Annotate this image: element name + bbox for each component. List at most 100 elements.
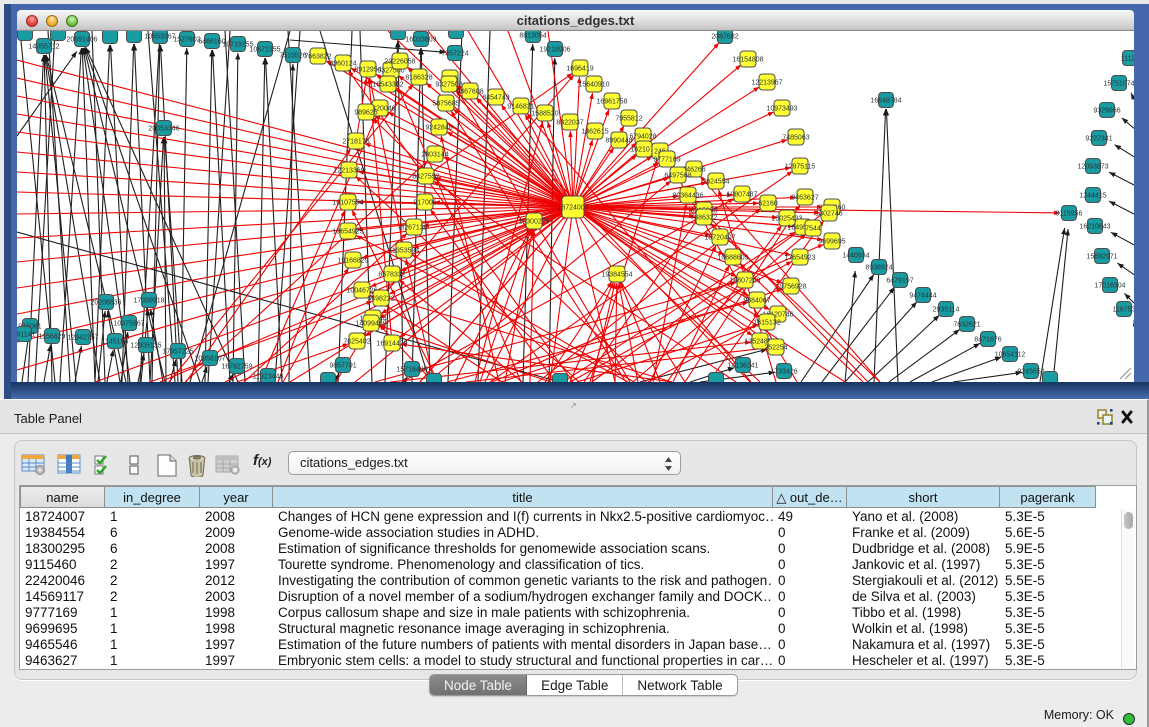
svg-text:8813054: 8813054 bbox=[519, 33, 546, 40]
svg-text:7625402: 7625402 bbox=[343, 339, 370, 346]
svg-text:11123: 11123 bbox=[1121, 56, 1134, 63]
svg-text:3498222: 3498222 bbox=[367, 296, 394, 303]
svg-text:16782759: 16782759 bbox=[221, 364, 252, 371]
svg-text:989626: 989626 bbox=[354, 110, 377, 117]
svg-text:10671355: 10671355 bbox=[249, 47, 280, 54]
svg-text:17016504: 17016504 bbox=[1094, 283, 1125, 290]
svg-text:7544: 7544 bbox=[805, 226, 821, 233]
svg-text:10973493: 10973493 bbox=[766, 106, 797, 113]
svg-text:10958107: 10958107 bbox=[194, 356, 225, 363]
svg-text:16210643: 16210643 bbox=[1079, 224, 1110, 231]
svg-text:15720407: 15720407 bbox=[704, 235, 735, 242]
svg-text:20206536: 20206536 bbox=[90, 300, 121, 307]
svg-text:14099469: 14099469 bbox=[355, 321, 386, 328]
svg-text:11923448: 11923448 bbox=[253, 374, 284, 381]
svg-text:1696419: 1696419 bbox=[566, 66, 593, 73]
svg-text:9327508: 9327508 bbox=[435, 82, 462, 89]
svg-text:15640910: 15640910 bbox=[578, 82, 609, 89]
svg-text:10688609: 10688609 bbox=[717, 255, 748, 262]
svg-text:9242848: 9242848 bbox=[425, 125, 452, 132]
svg-text:1156829: 1156829 bbox=[39, 334, 66, 341]
svg-text:19654925: 19654925 bbox=[332, 229, 363, 236]
svg-text:9699695: 9699695 bbox=[818, 239, 845, 246]
svg-text:116753: 116753 bbox=[1113, 307, 1134, 314]
svg-text:3624554: 3624554 bbox=[702, 179, 729, 186]
svg-text:12942757: 12942757 bbox=[67, 335, 98, 342]
svg-text:20364436: 20364436 bbox=[672, 193, 703, 200]
svg-text:1362615: 1362615 bbox=[581, 129, 608, 136]
svg-text:15716485: 15716485 bbox=[396, 367, 427, 374]
svg-text:20053346: 20053346 bbox=[148, 126, 179, 133]
svg-text:1527602: 1527602 bbox=[173, 37, 200, 44]
svg-text:1302746: 1302746 bbox=[815, 211, 842, 218]
svg-text:1733426: 1733426 bbox=[770, 369, 797, 376]
svg-text:6497568: 6497568 bbox=[664, 173, 691, 180]
svg-text:19218906: 19218906 bbox=[539, 47, 570, 54]
svg-text:6794028: 6794028 bbox=[629, 134, 656, 141]
svg-text:16107554: 16107554 bbox=[332, 200, 363, 207]
svg-text:6479197: 6479197 bbox=[886, 278, 913, 285]
svg-text:20691406: 20691406 bbox=[66, 37, 97, 44]
svg-text:2718176: 2718176 bbox=[342, 139, 369, 146]
svg-text:7515526: 7515526 bbox=[279, 53, 306, 60]
svg-text:7886322: 7886322 bbox=[690, 215, 717, 222]
svg-text:19166829: 19166829 bbox=[337, 258, 368, 265]
svg-text:12905135: 12905135 bbox=[130, 343, 161, 350]
svg-text:19384554: 19384554 bbox=[601, 272, 632, 279]
svg-text:1588520: 1588520 bbox=[531, 111, 558, 118]
svg-text:1440934: 1440934 bbox=[842, 253, 869, 260]
svg-text:252254: 252254 bbox=[764, 345, 787, 352]
svg-text:2867608: 2867608 bbox=[456, 89, 483, 96]
svg-text:15751074: 15751074 bbox=[1103, 81, 1134, 88]
svg-text:9884067: 9884067 bbox=[743, 298, 770, 305]
svg-text:16648784: 16648784 bbox=[870, 98, 901, 105]
svg-text:7663822: 7663822 bbox=[304, 54, 331, 61]
svg-text:8960124: 8960124 bbox=[329, 61, 356, 68]
svg-text:7955812: 7955812 bbox=[615, 116, 642, 123]
svg-text:1244415: 1244415 bbox=[1079, 193, 1106, 200]
svg-text:15300275: 15300275 bbox=[518, 219, 549, 226]
svg-text:8938924: 8938924 bbox=[865, 265, 892, 272]
svg-text:1145194: 1145194 bbox=[102, 339, 129, 346]
svg-text:17957225: 17957225 bbox=[162, 349, 193, 356]
svg-text:917006: 917006 bbox=[413, 200, 436, 207]
svg-text:18724007: 18724007 bbox=[557, 205, 588, 212]
svg-text:16914479: 16914479 bbox=[376, 341, 407, 348]
svg-text:8454749: 8454749 bbox=[482, 95, 509, 102]
svg-text:8471676: 8471676 bbox=[974, 337, 1001, 344]
svg-text:9329966: 9329966 bbox=[1093, 108, 1120, 115]
svg-text:17359918: 17359918 bbox=[133, 298, 164, 305]
svg-text:7357224: 7357224 bbox=[441, 51, 468, 58]
svg-text:9857791: 9857791 bbox=[329, 363, 356, 370]
svg-text:8186328: 8186328 bbox=[405, 75, 432, 82]
svg-text:10807487: 10807487 bbox=[726, 192, 757, 199]
svg-text:8427552: 8427552 bbox=[412, 174, 439, 181]
svg-text:2087682: 2087682 bbox=[711, 34, 738, 41]
svg-text:5875685: 5875685 bbox=[432, 101, 459, 108]
svg-text:17654923: 17654923 bbox=[784, 255, 815, 262]
svg-text:10653267: 10653267 bbox=[144, 34, 175, 41]
svg-text:16961758: 16961758 bbox=[596, 99, 627, 106]
svg-text:8322037: 8322037 bbox=[556, 120, 583, 127]
svg-text:16543362: 16543362 bbox=[372, 82, 403, 89]
svg-text:19756928: 19756928 bbox=[775, 284, 806, 291]
svg-text:23226058: 23226058 bbox=[384, 59, 415, 66]
svg-text:1615132: 1615132 bbox=[753, 320, 780, 327]
svg-text:8267130: 8267130 bbox=[400, 225, 427, 232]
svg-text:62160: 62160 bbox=[758, 201, 778, 208]
svg-text:391141: 391141 bbox=[17, 332, 36, 339]
svg-text:10654112: 10654112 bbox=[995, 352, 1026, 359]
svg-text:7632621: 7632621 bbox=[953, 322, 980, 329]
svg-text:14055712: 14055712 bbox=[28, 44, 59, 51]
svg-text:10975867: 10975867 bbox=[113, 321, 144, 328]
svg-text:9463627: 9463627 bbox=[791, 195, 818, 202]
svg-text:18807249: 18807249 bbox=[729, 278, 760, 285]
svg-text:12213369: 12213369 bbox=[333, 168, 364, 175]
svg-text:9115956: 9115956 bbox=[1056, 211, 1083, 218]
svg-text:2935114: 2935114 bbox=[933, 307, 960, 314]
svg-text:9146821: 9146821 bbox=[507, 104, 534, 111]
svg-text:16033809: 16033809 bbox=[405, 37, 436, 44]
svg-text:16154808: 16154808 bbox=[732, 57, 763, 64]
svg-text:9245652: 9245652 bbox=[1017, 369, 1044, 376]
svg-text:8678332: 8678332 bbox=[378, 272, 405, 279]
